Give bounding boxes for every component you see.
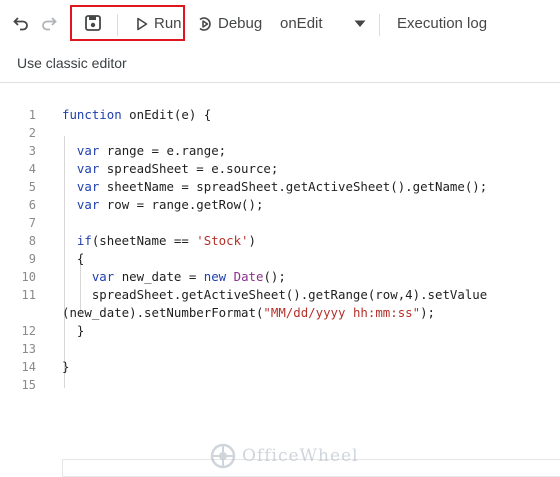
line-number: 2 bbox=[28, 126, 36, 140]
watermark-text: OfficeWheel bbox=[242, 446, 359, 466]
function-select-value: onEdit bbox=[280, 15, 323, 32]
code-line: { bbox=[62, 251, 85, 266]
officewheel-logo-icon bbox=[210, 443, 236, 469]
debug-icon bbox=[199, 16, 211, 31]
toolbar-divider bbox=[379, 14, 380, 36]
line-number: 14 bbox=[21, 360, 36, 374]
chevron-down-icon[interactable] bbox=[354, 20, 366, 28]
code-line: spreadSheet.getActiveSheet().getRange(ro… bbox=[62, 287, 488, 302]
execution-log-button[interactable]: Execution log bbox=[397, 15, 487, 32]
save-icon[interactable] bbox=[84, 14, 102, 32]
code-line: var range = e.range; bbox=[76, 143, 227, 158]
code-line: } bbox=[62, 359, 70, 374]
line-number: 8 bbox=[28, 234, 36, 248]
function-select[interactable]: onEdit bbox=[280, 15, 323, 32]
run-button[interactable]: Run bbox=[136, 15, 182, 32]
code-line: var spreadSheet = e.source; bbox=[76, 161, 279, 176]
play-icon bbox=[137, 17, 148, 30]
debug-label: Debug bbox=[218, 15, 263, 32]
line-number: 13 bbox=[21, 342, 36, 356]
line-number: 1 bbox=[28, 108, 36, 122]
code-line: var new_date = new Date(); bbox=[91, 269, 286, 284]
code-line: (new_date).setNumberFormat("MM/dd/yyyy h… bbox=[62, 305, 435, 320]
code-line: var sheetName = spreadSheet.getActiveShe… bbox=[76, 179, 488, 194]
line-number: 4 bbox=[28, 162, 36, 176]
line-number: 11 bbox=[21, 288, 36, 302]
code-line: if(sheetName == 'Stock') bbox=[76, 233, 256, 248]
execution-log-label: Execution log bbox=[397, 15, 488, 32]
line-number: 12 bbox=[21, 324, 36, 338]
debug-button[interactable]: Debug bbox=[197, 15, 262, 32]
code-editor[interactable]: OfficeWheel 1 function onEdit(e) { 2 3 var … bbox=[0, 83, 560, 477]
toolbar: Run Debug onEdit Execution log bbox=[0, 0, 560, 48]
line-number: 7 bbox=[28, 216, 36, 230]
code-line: var row = range.getRow(); bbox=[76, 197, 264, 212]
code-line: function onEdit(e) { bbox=[62, 107, 212, 122]
line-number: 3 bbox=[28, 144, 36, 158]
line-number: 9 bbox=[28, 252, 36, 266]
undo-icon[interactable] bbox=[12, 14, 30, 32]
line-number: 10 bbox=[21, 270, 36, 284]
run-label: Run bbox=[154, 15, 182, 32]
line-number: 6 bbox=[28, 198, 36, 212]
code-line: } bbox=[62, 323, 85, 338]
line-number: 5 bbox=[28, 180, 36, 194]
officewheel-watermark: OfficeWheel bbox=[210, 443, 359, 469]
redo-icon[interactable] bbox=[40, 14, 58, 32]
use-classic-editor-link[interactable]: Use classic editor bbox=[17, 55, 127, 71]
line-number: 15 bbox=[21, 378, 36, 392]
toolbar-divider bbox=[117, 14, 118, 36]
